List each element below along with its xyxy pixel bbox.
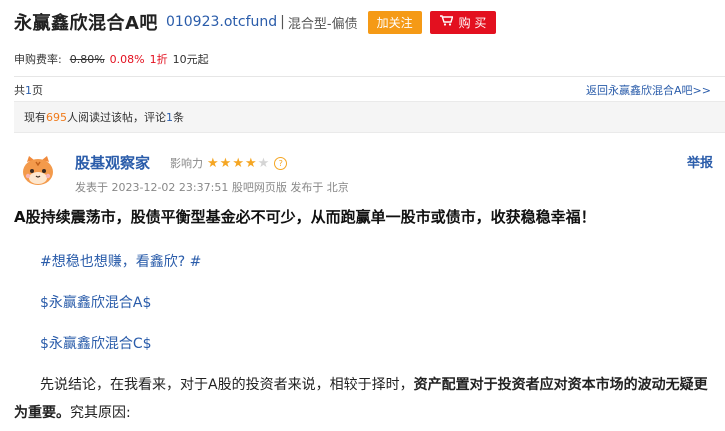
reader-count: 695 (46, 111, 67, 124)
header-bar: 永赢鑫欣混合A吧 010923.otcfund | 混合型-偏债 加关注 购 买 (14, 8, 497, 36)
divider (14, 76, 725, 77)
buy-button[interactable]: 购 买 (429, 10, 497, 34)
buy-label: 购 买 (458, 15, 487, 30)
fund-type-label: 混合型-偏债 (287, 16, 358, 32)
back-to-bar-link[interactable]: 返回永赢鑫欣混合A吧>> (586, 82, 711, 98)
fee-discount: 1折 (149, 53, 168, 66)
tiger-avatar-icon[interactable] (20, 153, 56, 189)
fee-original: 0.80% (69, 53, 105, 66)
read-stats-bar: 现有695人阅读过该帖，评论1条 (14, 101, 725, 133)
fund-code-link[interactable]: 010923.otcfund (166, 14, 277, 30)
post-paragraph: 先说结论，在我看来，对于A股的投资者来说，相较于择时，资产配置对于投资者应对资本… (14, 371, 720, 427)
fee-rate-row: 申购费率: 0.80% 0.08% 1折 10元起 (14, 51, 209, 67)
star-empty-icon: ★ (257, 155, 271, 171)
post-headline: A股持续震荡市，股债平衡型基金必不可少，从而跑赢单一股市或债市，收获稳稳幸福！ (14, 208, 596, 226)
read-mid: 人阅读过该帖，评论 (67, 111, 166, 124)
pager-suffix: 页 (32, 84, 43, 97)
page-title: 永赢鑫欣混合A吧 (14, 13, 158, 34)
fee-label: 申购费率: (14, 53, 62, 66)
star-icon: ★ (207, 155, 220, 171)
para-end: 究其原因: (70, 405, 131, 421)
pager: 共1页 (14, 82, 43, 98)
topic-tag-link[interactable]: #想稳也想赚，看鑫欣? # (40, 251, 201, 271)
pager-prefix: 共 (14, 84, 25, 97)
help-icon[interactable]: ? (274, 156, 288, 170)
post-meta: 发表于 2023-12-02 23:37:51 股吧网页版 发布于 北京 (75, 181, 349, 194)
read-prefix: 现有 (24, 111, 46, 124)
fee-minimum: 10元起 (172, 53, 209, 66)
star-icon: ★ (244, 155, 258, 171)
para-text: 先说结论，在我看来，对于A股的投资者来说，相较于择时， (40, 377, 414, 393)
follow-button[interactable]: 加关注 (367, 10, 422, 34)
fee-discounted: 0.08% (109, 53, 145, 66)
cart-icon (439, 15, 454, 29)
stock-tag-link-a[interactable]: $永赢鑫欣混合A$ (40, 292, 151, 312)
pager-count[interactable]: 1 (25, 84, 32, 97)
influence-rating: 影响力 ★★★★★ ? (170, 155, 288, 171)
star-icon: ★ (232, 155, 245, 171)
report-link[interactable]: 举报 (687, 152, 713, 171)
author-name[interactable]: 股基观察家 (75, 152, 150, 173)
star-rating: ★★★★★ (207, 156, 270, 171)
star-icon: ★ (219, 155, 233, 171)
comment-count[interactable]: 1 (166, 111, 173, 124)
stock-tag-link-c[interactable]: $永赢鑫欣混合C$ (40, 333, 152, 353)
header-separator: | (280, 14, 285, 30)
read-suffix: 条 (173, 111, 184, 124)
influence-label: 影响力 (170, 157, 203, 170)
